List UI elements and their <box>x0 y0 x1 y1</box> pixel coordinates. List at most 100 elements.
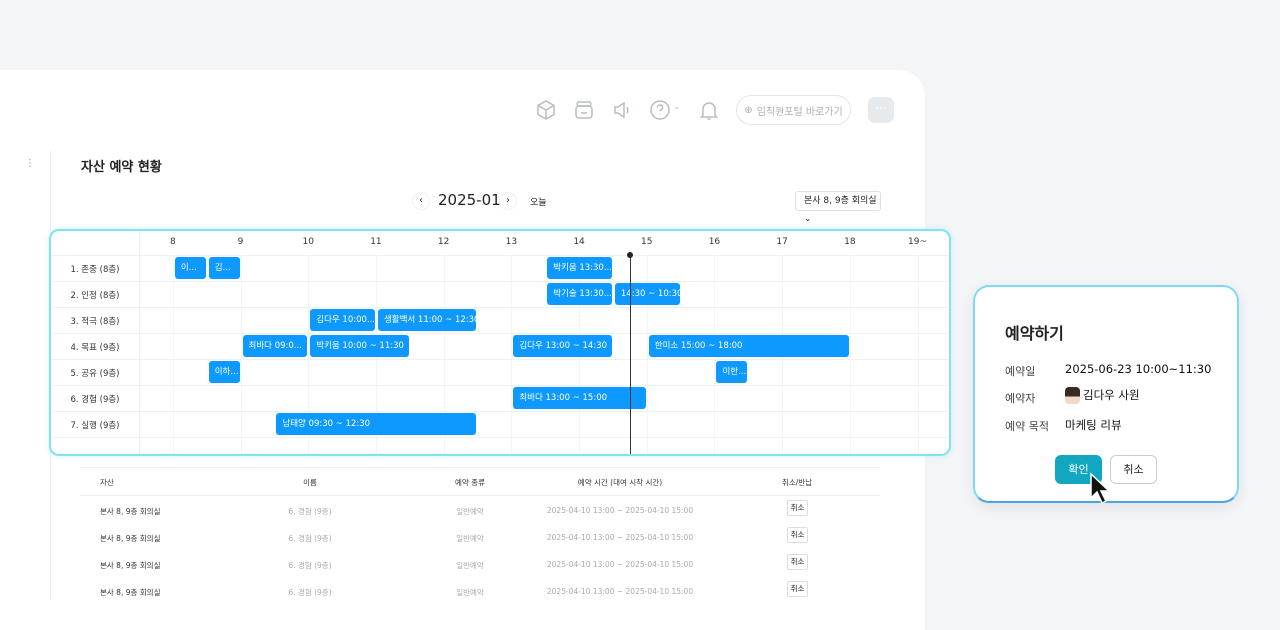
booking-bar[interactable]: 최바다 09:0... <box>242 335 308 357</box>
column-header: 이름 <box>303 478 317 487</box>
booker-label: 예약자 <box>1005 392 1036 405</box>
more-button[interactable]: ··· <box>868 97 894 123</box>
booking-bar[interactable]: 한미소 15:00 ~ 18:00 <box>648 335 849 357</box>
cell-time: 2025-04-10 13:00 ~ 2025-04-10 15:00 <box>546 560 694 569</box>
hour-label: 18 <box>844 237 856 247</box>
row-divider <box>51 411 949 412</box>
booking-bar[interactable]: 박키움 10:00 ~ 11:30 <box>310 335 409 357</box>
cell-type: 일반예약 <box>456 588 484 597</box>
row-divider <box>51 437 949 438</box>
purpose-value: 마케팅 리뷰 <box>1065 418 1122 432</box>
reservation-timeline: 8 9 10 11 12 13 14 15 16 17 18 19~ 1. 존중 (8층) 2. 인정 (… <box>49 229 951 456</box>
booking-bar[interactable]: 김다우 10:00... <box>310 309 375 331</box>
table-row: 본사 8, 9층 회의실 6. 경험 (9층) 일반예약 2025-04-10 13:… <box>80 497 880 524</box>
cell-name: 6. 경험 (9층) <box>288 588 332 597</box>
row-divider <box>51 359 949 360</box>
prev-month-button[interactable]: ‹ <box>412 192 430 210</box>
globe-icon: ⊕ <box>744 104 753 116</box>
row-divider <box>51 333 949 334</box>
row-label: 5. 공유 (9층) <box>70 369 120 379</box>
bell-icon[interactable] <box>697 98 721 122</box>
booking-bar[interactable]: 생활백서 11:00 ~ 12:30 <box>377 309 477 331</box>
cell-name: 6. 경험 (9층) <box>288 534 332 543</box>
cancel-reservation-button[interactable]: 취소 <box>787 527 808 543</box>
chevron-down-icon[interactable]: ⌄ <box>673 102 681 112</box>
column-header: 예약 시간 (대여 시작 시간) <box>577 478 663 487</box>
cell-time: 2025-04-10 13:00 ~ 2025-04-10 15:00 <box>546 587 694 596</box>
cancel-reservation-button[interactable]: 취소 <box>787 500 808 516</box>
reservation-modal: 예약하기 예약일 2025-06-23 10:00~11:30 예약자 김다우 … <box>973 285 1239 503</box>
row-label: 2. 인정 (8층) <box>70 291 120 301</box>
booking-bar[interactable]: 김... <box>208 257 240 279</box>
hour-label: 9 <box>237 237 244 247</box>
hour-gridline <box>849 255 851 454</box>
cancel-button[interactable]: 취소 <box>1110 455 1157 484</box>
header-divider <box>51 255 949 256</box>
hour-label: 15 <box>641 237 653 247</box>
avatar <box>1065 387 1080 404</box>
help-icon[interactable] <box>648 98 672 122</box>
hour-label: 17 <box>776 237 788 247</box>
asset-filter-value: 본사 8, 9층 회의실 <box>804 196 877 206</box>
archive-icon[interactable] <box>572 98 596 122</box>
row-label: 4. 목표 (9층) <box>70 343 120 353</box>
hour-label: 16 <box>708 237 721 247</box>
column-header: 예약 종류 <box>455 478 485 487</box>
cancel-reservation-button[interactable]: 취소 <box>787 581 808 597</box>
booking-bar[interactable]: 박키움 13:30... <box>547 257 612 279</box>
hour-label: 13 <box>505 237 518 247</box>
row-divider <box>51 307 949 308</box>
hour-label: 12 <box>437 237 450 247</box>
booking-bar[interactable]: 이하... <box>208 361 240 383</box>
current-time-marker <box>627 252 634 258</box>
table-row: 본사 8, 9층 회의실 6. 경험 (9층) 일반예약 2025-04-10 13:… <box>80 524 880 551</box>
row-label: 7. 실행 (9층) <box>70 421 120 431</box>
column-header: 자산 <box>100 478 114 487</box>
hour-label: 11 <box>370 237 382 247</box>
today-button[interactable]: 오늘 <box>530 195 547 208</box>
hour-gridline <box>172 255 174 454</box>
label-column-divider <box>139 231 140 454</box>
cell-asset: 본사 8, 9층 회의실 <box>100 507 161 516</box>
chevron-down-icon: ⌄ <box>804 214 812 224</box>
booking-bar[interactable]: 이... <box>174 257 206 279</box>
kebab-menu-icon[interactable]: ⋮ <box>25 158 35 169</box>
portal-link-button[interactable]: ⊕ 임직원포털 바로가기 <box>736 95 851 125</box>
hour-label: 19~ <box>908 237 928 247</box>
cell-asset: 본사 8, 9층 회의실 <box>100 561 161 570</box>
booking-bar[interactable]: 이한... <box>716 361 748 383</box>
table-row: 본사 8, 9층 회의실 6. 경험 (9층) 일반예약 2025-04-10 13:… <box>80 578 880 605</box>
cell-type: 일반예약 <box>456 561 484 570</box>
cell-asset: 본사 8, 9층 회의실 <box>100 588 161 597</box>
cube-icon[interactable] <box>534 98 558 122</box>
portal-label: 임직원포털 바로가기 <box>756 106 843 118</box>
booking-bar[interactable]: 최바다 13:00 ~ 15:00 <box>513 387 646 409</box>
asset-filter-select[interactable]: 본사 8, 9층 회의실 ⌄ <box>795 191 881 224</box>
cell-type: 일반예약 <box>456 534 484 543</box>
page-title: 자산 예약 현황 <box>81 160 162 175</box>
booking-bar[interactable]: 남태양 09:30 ~ 12:30 <box>276 413 477 435</box>
cell-asset: 본사 8, 9층 회의실 <box>100 534 161 543</box>
row-divider <box>51 281 949 282</box>
booking-bar[interactable]: 14:30 ~ 10:30 <box>614 283 680 305</box>
booking-bar[interactable]: 박기술 13:30... <box>547 283 612 305</box>
cancel-reservation-button[interactable]: 취소 <box>787 554 808 570</box>
booker-value: 김다우 사원 <box>1083 388 1140 402</box>
column-header: 취소/반납 <box>781 478 813 487</box>
hour-label: 10 <box>302 237 314 247</box>
hour-gridline <box>511 255 513 454</box>
booking-bar[interactable]: 김다우 13:00 ~ 14:30 <box>513 335 612 357</box>
modal-title: 예약하기 <box>1005 324 1064 343</box>
table-top-divider <box>80 467 880 468</box>
mouse-cursor-icon <box>1090 472 1111 505</box>
table-row: 본사 8, 9층 회의실 6. 경험 (9층) 일반예약 2025-04-10 13:… <box>80 551 880 578</box>
row-label: 3. 적극 (8층) <box>70 317 120 327</box>
date-label: 예약일 <box>1005 365 1036 378</box>
current-time-line <box>629 255 631 454</box>
cell-name: 6. 경험 (9층) <box>288 561 332 570</box>
cell-time: 2025-04-10 13:00 ~ 2025-04-10 15:00 <box>546 533 694 542</box>
header-divider <box>80 495 880 496</box>
hour-label: 14 <box>573 237 585 247</box>
megaphone-icon[interactable] <box>610 98 634 122</box>
next-month-button[interactable]: › <box>499 192 517 210</box>
